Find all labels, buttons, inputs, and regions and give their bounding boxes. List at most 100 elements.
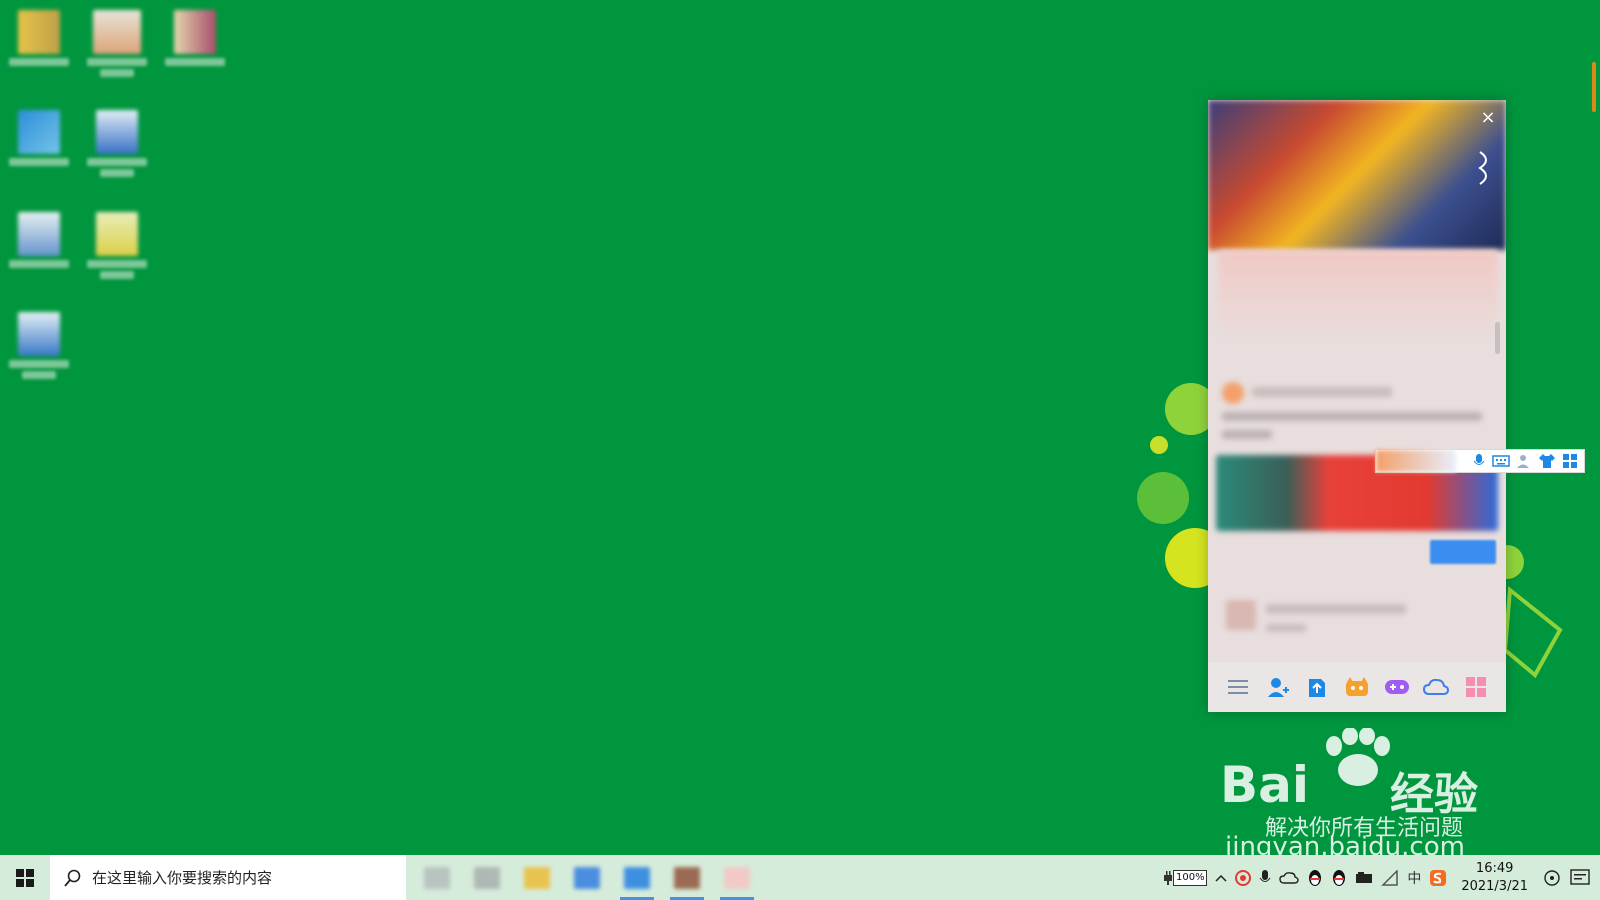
taskbar-app[interactable] <box>512 855 562 900</box>
clock-time: 16:49 <box>1475 860 1514 876</box>
image-icon <box>174 10 216 54</box>
paw-logo-icon <box>1326 728 1390 786</box>
windows-logo-icon <box>16 868 34 887</box>
toolbox-grid-icon[interactable] <box>1562 453 1578 469</box>
chevron-up-icon[interactable] <box>1211 855 1231 900</box>
contact-avatar[interactable] <box>1226 600 1256 630</box>
cloud-icon[interactable] <box>1423 674 1450 700</box>
record-icon[interactable] <box>1231 855 1255 900</box>
decorative-bubble <box>1137 472 1189 524</box>
desktop-icon-label <box>100 271 134 279</box>
word-document-icon <box>18 312 60 356</box>
message-preview <box>1222 430 1272 439</box>
desktop-icon[interactable] <box>0 10 78 66</box>
close-icon[interactable]: × <box>1478 108 1498 128</box>
decorative-leaf <box>1502 586 1563 679</box>
desktop-icon[interactable] <box>0 312 78 379</box>
folder-icon <box>18 10 60 54</box>
microphone-icon[interactable] <box>1472 453 1486 469</box>
app-icon <box>724 866 750 889</box>
browser-icon <box>18 110 60 154</box>
microphone-icon[interactable] <box>1255 855 1275 900</box>
desktop-icon[interactable] <box>78 110 156 177</box>
profile-info-area <box>1218 250 1498 350</box>
contact-avatar[interactable] <box>1222 382 1244 404</box>
contact-name <box>1266 604 1406 614</box>
search-placeholder: 在这里输入你要搜索的内容 <box>92 869 273 887</box>
desktop-icon-label <box>165 58 225 66</box>
action-center-icon[interactable] <box>1566 855 1600 900</box>
search-icon <box>64 869 81 887</box>
edge-scroll-indicator <box>1592 62 1596 112</box>
skin-shirt-icon[interactable] <box>1538 453 1556 469</box>
panel-scrollbar[interactable] <box>1495 322 1500 354</box>
document-icon <box>18 212 60 256</box>
onedrive-cloud-icon[interactable] <box>1275 855 1303 900</box>
message-preview <box>1266 624 1306 632</box>
ime-indicator[interactable]: 中 <box>1403 855 1425 900</box>
desktop-icon-label <box>100 169 134 177</box>
apps-grid-icon[interactable] <box>1463 674 1489 700</box>
desktop-icon-label <box>87 158 147 166</box>
app-icon <box>624 866 650 889</box>
clock[interactable]: 16:49 2021/3/21 <box>1451 860 1538 896</box>
app-icon <box>474 866 500 889</box>
add-contact-icon[interactable] <box>1265 674 1291 700</box>
clock-date: 2021/3/21 <box>1461 878 1528 894</box>
taskbar: 在这里输入你要搜索的内容 100% 中 16:49 2021/3/21 <box>0 855 1600 900</box>
battery-percent: 100% <box>1173 869 1208 886</box>
widget-icon[interactable] <box>1476 148 1496 188</box>
taskbar-app[interactable] <box>612 855 662 900</box>
game-cat-icon[interactable] <box>1344 674 1370 700</box>
watermark-brand: Bai <box>1220 756 1309 814</box>
message-preview <box>1222 412 1482 421</box>
taskbar-app[interactable] <box>662 855 712 900</box>
card-reader-icon[interactable] <box>1351 855 1377 900</box>
menu-icon[interactable] <box>1225 674 1251 700</box>
start-button[interactable] <box>0 855 50 900</box>
pinned-apps <box>412 855 762 900</box>
gamepad-icon[interactable] <box>1384 674 1410 700</box>
taskbar-app[interactable] <box>562 855 612 900</box>
desktop-icon-label <box>9 58 69 66</box>
desktop-icon[interactable] <box>78 10 156 77</box>
desktop-icon-label <box>22 371 56 379</box>
notification-icon[interactable] <box>1538 855 1566 900</box>
desktop-icon-label <box>100 69 134 77</box>
desktop-icon[interactable] <box>78 212 156 279</box>
ime-logo <box>1376 450 1456 472</box>
desktop-icon-label <box>9 158 69 166</box>
baidu-jingyan-watermark: Bai 经验 解决你所有生活问题 jingyan.baidu.com <box>1220 728 1525 862</box>
taskbar-app[interactable] <box>712 855 762 900</box>
app-icon <box>574 866 600 889</box>
app-icon <box>674 866 700 889</box>
qq-penguin-icon[interactable] <box>1327 855 1351 900</box>
word-document-icon <box>96 110 138 154</box>
qq-penguin-icon[interactable] <box>1303 855 1327 900</box>
panel-bottom-toolbar <box>1208 662 1506 712</box>
keyboard-icon[interactable] <box>1492 454 1510 468</box>
sogou-input-icon[interactable] <box>1425 855 1451 900</box>
decorative-bubble <box>1150 436 1168 454</box>
qq-main-panel[interactable]: × <box>1208 100 1506 712</box>
taskbar-app[interactable] <box>412 855 462 900</box>
profile-banner <box>1208 100 1506 250</box>
desktop-icon-label <box>9 360 69 368</box>
ime-toolbar[interactable] <box>1375 449 1585 473</box>
file-transfer-icon[interactable] <box>1304 674 1330 700</box>
user-icon[interactable] <box>1516 453 1532 469</box>
desktop-icon[interactable] <box>0 212 78 268</box>
ad-action-button[interactable] <box>1430 540 1496 564</box>
battery-indicator[interactable]: 100% <box>1159 855 1211 900</box>
desktop-icon-label <box>9 260 69 268</box>
file-explorer-icon <box>524 866 550 889</box>
contact-name <box>1252 387 1392 397</box>
desktop-icon-label <box>87 260 147 268</box>
plug-icon <box>1164 870 1173 885</box>
desktop-icon[interactable] <box>156 10 234 66</box>
app-icon <box>424 866 450 889</box>
wifi-icon[interactable] <box>1377 855 1403 900</box>
taskbar-app[interactable] <box>462 855 512 900</box>
desktop-icon[interactable] <box>0 110 78 166</box>
taskbar-search-box[interactable]: 在这里输入你要搜索的内容 <box>50 855 406 900</box>
